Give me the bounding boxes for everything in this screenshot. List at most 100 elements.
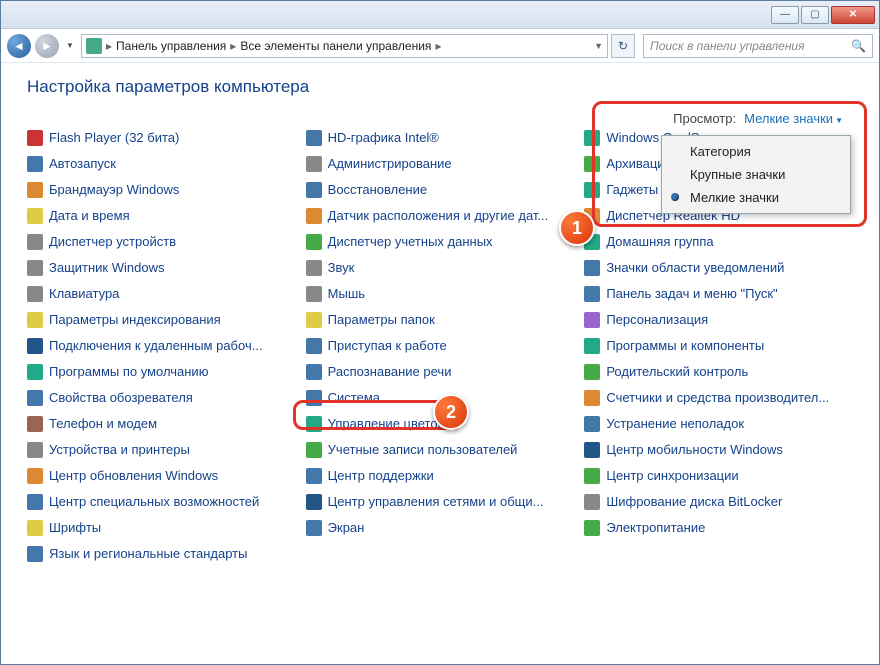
address-bar[interactable]: ▸ Панель управления ▸ Все элементы панел… (81, 34, 608, 58)
item-label: Диспетчер учетных данных (328, 234, 493, 249)
item-label: Приступая к работе (328, 338, 447, 353)
cpanel-item[interactable]: Шифрование диска BitLocker (584, 491, 853, 512)
close-button[interactable]: ✕ (831, 6, 875, 24)
item-icon (27, 416, 43, 432)
forward-button[interactable]: ► (35, 34, 59, 58)
cpanel-item[interactable]: Телефон и модем (27, 413, 296, 434)
view-option-large-icons[interactable]: Крупные значки (664, 163, 848, 186)
cpanel-item[interactable]: Родительский контроль (584, 361, 853, 382)
title-bar: — ▢ ✕ (1, 1, 879, 29)
item-label: Панель задач и меню "Пуск" (606, 286, 777, 301)
item-icon (584, 468, 600, 484)
minimize-button[interactable]: — (771, 6, 799, 24)
cpanel-item[interactable]: Брандмауэр Windows (27, 179, 296, 200)
cpanel-item[interactable]: Приступая к работе (306, 335, 575, 356)
item-label: Администрирование (328, 156, 452, 171)
chevron-down-icon[interactable]: ▼ (594, 41, 603, 51)
item-icon (584, 260, 600, 276)
cpanel-item[interactable]: Администрирование (306, 153, 575, 174)
cpanel-item[interactable]: Дата и время (27, 205, 296, 226)
cpanel-item[interactable]: Программы по умолчанию (27, 361, 296, 382)
cpanel-item[interactable]: Flash Player (32 бита) (27, 127, 296, 148)
view-value[interactable]: Мелкие значки▼ (744, 111, 843, 126)
cpanel-item[interactable]: Диспетчер учетных данных (306, 231, 575, 252)
back-button[interactable]: ◄ (7, 34, 31, 58)
cpanel-item[interactable]: Язык и региональные стандарты (27, 543, 296, 564)
item-icon (306, 416, 322, 432)
cpanel-item[interactable]: Диспетчер устройств (27, 231, 296, 252)
annotation-marker-1: 1 (559, 210, 595, 246)
view-option-category[interactable]: Категория (664, 140, 848, 163)
cpanel-item[interactable]: Восстановление (306, 179, 575, 200)
cpanel-item[interactable]: Клавиатура (27, 283, 296, 304)
cpanel-item[interactable]: Автозапуск (27, 153, 296, 174)
item-label: Учетные записи пользователей (328, 442, 518, 457)
cpanel-item[interactable]: Защитник Windows (27, 257, 296, 278)
cpanel-item[interactable]: Параметры индексирования (27, 309, 296, 330)
cpanel-item[interactable]: Учетные записи пользователей (306, 439, 575, 460)
cpanel-item[interactable]: Датчик расположения и другие дат... (306, 205, 575, 226)
cpanel-item[interactable]: Свойства обозревателя (27, 387, 296, 408)
cpanel-item[interactable]: Центр синхронизации (584, 465, 853, 486)
cpanel-item[interactable]: HD-графика Intel® (306, 127, 575, 148)
refresh-button[interactable]: ↻ (611, 34, 635, 58)
item-icon (27, 312, 43, 328)
cpanel-item[interactable]: Домашняя группа (584, 231, 853, 252)
cpanel-item[interactable]: Экран (306, 517, 575, 538)
cpanel-item[interactable]: Устройства и принтеры (27, 439, 296, 460)
history-dropdown-icon[interactable]: ▼ (63, 36, 77, 56)
item-label: Шифрование диска BitLocker (606, 494, 782, 509)
cpanel-item[interactable]: Параметры папок (306, 309, 575, 330)
cpanel-item[interactable]: Персонализация (584, 309, 853, 330)
item-icon (584, 312, 600, 328)
item-icon (27, 390, 43, 406)
cpanel-item[interactable]: Подключения к удаленным рабоч... (27, 335, 296, 356)
cpanel-item[interactable]: Панель задач и меню "Пуск" (584, 283, 853, 304)
cpanel-item[interactable]: Значки области уведомлений (584, 257, 853, 278)
view-label: Просмотр: (673, 111, 736, 126)
item-label: Персонализация (606, 312, 708, 327)
chevron-down-icon: ▼ (835, 116, 843, 125)
item-icon (584, 390, 600, 406)
cpanel-item[interactable]: Устранение неполадок (584, 413, 853, 434)
item-label: Автозапуск (49, 156, 116, 171)
item-icon (306, 338, 322, 354)
item-icon (306, 520, 322, 536)
cpanel-item[interactable]: Центр мобильности Windows (584, 439, 853, 460)
item-icon (306, 182, 322, 198)
cpanel-item[interactable]: Центр поддержки (306, 465, 575, 486)
chevron-right-icon: ▸ (433, 39, 443, 53)
item-icon (306, 260, 322, 276)
cpanel-item[interactable]: Счетчики и средства производител... (584, 387, 853, 408)
cpanel-item[interactable]: Центр обновления Windows (27, 465, 296, 486)
item-label: Центр обновления Windows (49, 468, 218, 483)
breadcrumb[interactable]: Панель управления (116, 39, 226, 53)
breadcrumb[interactable]: Все элементы панели управления (240, 39, 431, 53)
search-input[interactable]: Поиск в панели управления 🔍 (643, 34, 873, 58)
cpanel-item[interactable]: Программы и компоненты (584, 335, 853, 356)
cpanel-item[interactable]: Распознавание речи (306, 361, 575, 382)
item-label: Центр поддержки (328, 468, 434, 483)
view-selector[interactable]: Просмотр: Мелкие значки▼ (673, 111, 843, 126)
item-icon (27, 442, 43, 458)
cpanel-item[interactable]: Центр специальных возможностей (27, 491, 296, 512)
cpanel-item[interactable]: Мышь (306, 283, 575, 304)
cpanel-item[interactable]: Шрифты (27, 517, 296, 538)
chevron-right-icon: ▸ (104, 39, 114, 53)
chevron-right-icon: ▸ (228, 39, 238, 53)
item-icon (584, 182, 600, 198)
item-icon (27, 156, 43, 172)
view-dropdown-menu: Категория Крупные значки Мелкие значки (661, 135, 851, 214)
cpanel-item[interactable]: Звук (306, 257, 575, 278)
item-label: Шрифты (49, 520, 101, 535)
item-icon (306, 130, 322, 146)
item-label: Свойства обозревателя (49, 390, 193, 405)
cpanel-item[interactable]: Центр управления сетями и общи... (306, 491, 575, 512)
maximize-button[interactable]: ▢ (801, 6, 829, 24)
view-option-small-icons[interactable]: Мелкие значки (664, 186, 848, 209)
item-label: Телефон и модем (49, 416, 157, 431)
cpanel-item[interactable]: Электропитание (584, 517, 853, 538)
search-icon: 🔍 (851, 39, 866, 53)
item-label: Центр синхронизации (606, 468, 738, 483)
item-label: Электропитание (606, 520, 705, 535)
